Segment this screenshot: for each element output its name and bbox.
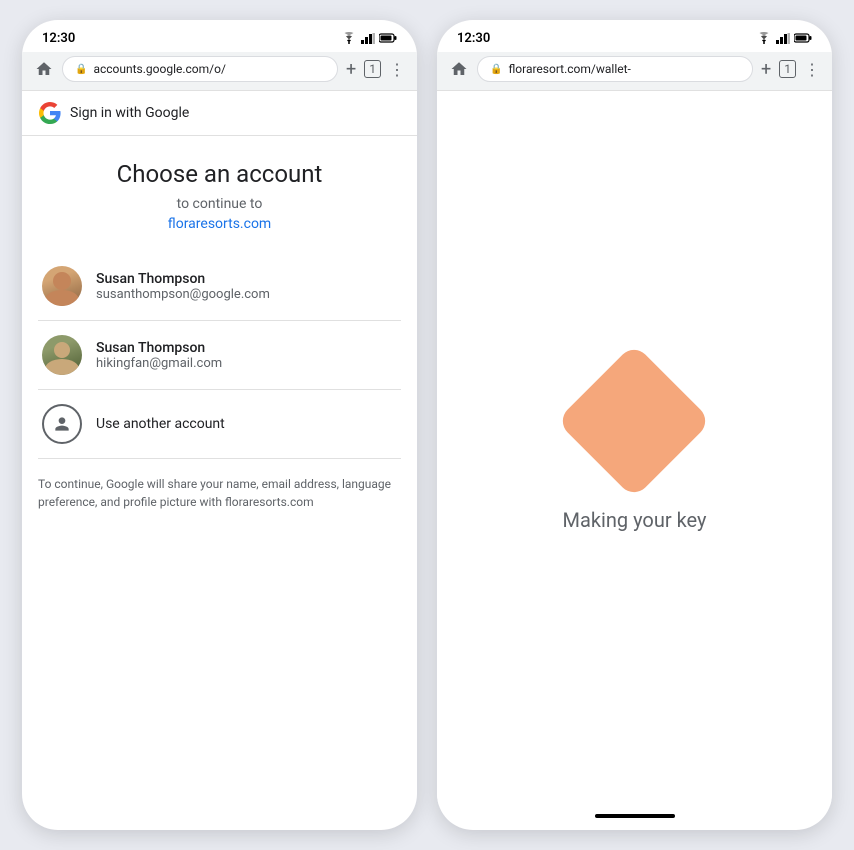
right-address-bar[interactable]: 🔒 floraresort.com/wallet- — [477, 56, 753, 82]
left-tab-count[interactable]: 1 — [364, 60, 381, 78]
left-phone: 12:30 — [22, 20, 417, 830]
account-item-1[interactable]: Susan Thompson susanthompson@google.com — [38, 252, 401, 321]
right-browser-chrome: 🔒 floraresort.com/wallet- + 1 ⋮ — [437, 52, 832, 91]
left-address-bar[interactable]: 🔒 accounts.google.com/o/ — [62, 56, 338, 82]
use-another-label: Use another account — [96, 416, 225, 432]
account-email-2: hikingfan@gmail.com — [96, 356, 222, 371]
right-time: 12:30 — [457, 31, 490, 46]
account-name-1: Susan Thompson — [96, 271, 270, 287]
left-browser-actions: + 1 ⋮ — [346, 59, 405, 80]
account-chooser: Choose an account to continue to florare… — [22, 136, 417, 527]
left-home-btn[interactable] — [34, 59, 54, 79]
avatar-1 — [42, 266, 82, 306]
right-browser-actions: + 1 ⋮ — [761, 59, 820, 80]
making-key-label: Making your key — [563, 508, 707, 532]
left-lock-icon: 🔒 — [75, 64, 87, 75]
right-more-options[interactable]: ⋮ — [804, 60, 820, 79]
phones-container: 12:30 — [2, 0, 852, 850]
google-signin-bar: Sign in with Google — [22, 91, 417, 136]
account-info-2: Susan Thompson hikingfan@gmail.com — [96, 340, 222, 371]
left-url: accounts.google.com/o/ — [93, 62, 225, 76]
floraresorts-link[interactable]: floraresorts.com — [168, 216, 271, 232]
account-info-1: Susan Thompson susanthompson@google.com — [96, 271, 270, 302]
google-signin-text: Sign in with Google — [70, 105, 189, 121]
right-wifi-icon — [756, 32, 772, 44]
choose-title: Choose an account — [117, 160, 323, 188]
continue-to-text: to continue to — [177, 196, 263, 212]
use-another-account-item[interactable]: Use another account — [38, 390, 401, 459]
left-browser-chrome: 🔒 accounts.google.com/o/ + 1 ⋮ — [22, 52, 417, 91]
right-battery-icon — [794, 32, 812, 44]
home-indicator-bar — [595, 814, 675, 818]
left-status-bar: 12:30 — [22, 20, 417, 52]
avatar-2 — [42, 335, 82, 375]
right-add-tab[interactable]: + — [761, 59, 771, 80]
home-indicator — [437, 806, 832, 830]
diamond-icon — [557, 343, 713, 499]
right-status-bar: 12:30 — [437, 20, 832, 52]
making-key-content: Making your key — [437, 91, 832, 806]
right-phone: 12:30 — [437, 20, 832, 830]
left-status-icons — [341, 32, 397, 44]
home-icon — [35, 60, 53, 78]
left-time: 12:30 — [42, 31, 75, 46]
left-add-tab[interactable]: + — [346, 59, 356, 80]
account-list: Susan Thompson susanthompson@google.com … — [38, 252, 401, 459]
wifi-icon — [341, 32, 357, 44]
battery-icon — [379, 32, 397, 44]
account-circle-icon — [42, 404, 82, 444]
making-key-container: Making your key — [563, 366, 707, 532]
privacy-notice: To continue, Google will share your name… — [38, 459, 401, 511]
right-status-icons — [756, 32, 812, 44]
right-home-btn[interactable] — [449, 59, 469, 79]
signal-icon — [361, 32, 375, 44]
right-tab-count[interactable]: 1 — [779, 60, 796, 78]
right-lock-icon: 🔒 — [490, 64, 502, 75]
account-item-2[interactable]: Susan Thompson hikingfan@gmail.com — [38, 321, 401, 390]
right-home-icon — [450, 60, 468, 78]
right-signal-icon — [776, 32, 790, 44]
left-more-options[interactable]: ⋮ — [389, 60, 405, 79]
google-logo-icon — [38, 101, 62, 125]
account-name-2: Susan Thompson — [96, 340, 222, 356]
account-email-1: susanthompson@google.com — [96, 287, 270, 302]
right-url: floraresort.com/wallet- — [508, 62, 630, 76]
